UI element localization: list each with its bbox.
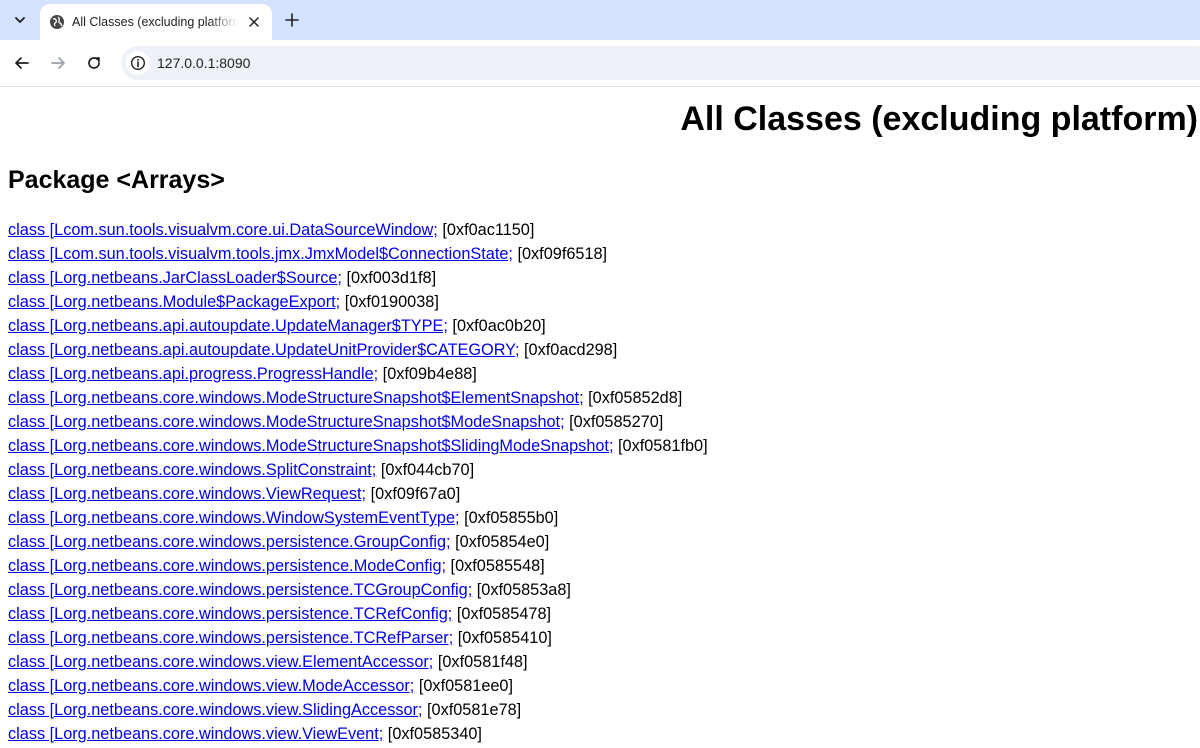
class-link[interactable]: class [Lorg.netbeans.core.windows.Window… [8,509,460,527]
arrow-right-icon [51,57,65,69]
class-link[interactable]: class [Lorg.netbeans.core.windows.view.M… [8,677,414,695]
class-link[interactable]: class [Lcom.sun.tools.visualvm.tools.jmx… [8,245,513,263]
site-info-button[interactable] [126,51,150,75]
class-address: [0xf09f67a0] [366,485,461,503]
list-item: class [Lorg.netbeans.core.windows.Window… [8,506,708,530]
class-link[interactable]: class [Lorg.netbeans.core.windows.ModeSt… [8,437,613,455]
list-item: class [Lorg.netbeans.api.autoupdate.Upda… [8,338,708,362]
class-address: [0xf05854e0] [450,533,550,551]
browser-toolbar: 127.0.0.1:8090 [0,40,1200,87]
class-link[interactable]: class [Lorg.netbeans.core.windows.SplitC… [8,461,376,479]
back-button[interactable] [9,50,35,76]
class-address: [0xf05853a8] [472,581,571,599]
list-item: class [Lorg.netbeans.core.windows.persis… [8,578,708,602]
active-tab[interactable]: All Classes (excluding platform) [40,4,272,40]
class-address: [0xf05852d8] [583,389,683,407]
address-bar[interactable]: 127.0.0.1:8090 [121,46,1200,80]
class-address: [0xf0acd298] [519,341,618,359]
new-tab-button[interactable] [280,8,304,32]
class-address: [0xf0585270] [564,413,664,431]
class-link[interactable]: class [Lorg.netbeans.Module$PackageExpor… [8,293,340,311]
class-link[interactable]: class [Lorg.netbeans.core.windows.ModeSt… [8,389,584,407]
class-address: [0xf0581f48] [433,653,528,671]
list-item: class [Lorg.netbeans.JarClassLoader$Sour… [8,266,708,290]
class-link[interactable]: class [Lorg.netbeans.core.windows.ModeSt… [8,413,565,431]
class-link[interactable]: class [Lorg.netbeans.core.windows.persis… [8,581,472,599]
list-item: class [Lcom.sun.tools.visualvm.core.ui.D… [8,218,708,242]
class-address: [0xf0ac0b20] [447,317,546,335]
class-address: [0xf0ac1150] [437,221,535,239]
list-item: class [Lorg.netbeans.core.windows.ModeSt… [8,434,708,458]
close-icon [249,17,259,27]
class-address: [0xf0581e78] [422,701,522,719]
reload-icon [88,57,100,69]
globe-icon [48,13,66,31]
forward-button[interactable] [45,50,71,76]
page-content: All Classes (excluding platform) Package… [0,87,1200,748]
package-heading: Package <Arrays> [8,166,225,194]
tab-title: All Classes (excluding platform) [72,15,238,29]
class-link[interactable]: class [Lorg.netbeans.JarClassLoader$Sour… [8,269,342,287]
class-address: [0xf0585410] [453,629,552,647]
plus-icon [285,13,299,27]
list-item: class [Lorg.netbeans.api.progress.Progre… [8,362,708,386]
list-item: class [Lorg.netbeans.core.windows.persis… [8,602,708,626]
list-item: class [Lorg.netbeans.api.autoupdate.Upda… [8,314,708,338]
list-item: class [Lorg.netbeans.core.windows.SplitC… [8,458,708,482]
class-address: [0xf09b4e88] [378,365,477,383]
class-address: [0xf0585548] [446,557,545,575]
class-list: class [Lcom.sun.tools.visualvm.core.ui.D… [8,218,708,746]
class-link[interactable]: class [Lorg.netbeans.core.windows.view.E… [8,653,433,671]
list-item: class [Lorg.netbeans.Module$PackageExpor… [8,290,708,314]
tab-close-button[interactable] [244,12,264,32]
class-address: [0xf003d1f8] [341,269,437,287]
list-item: class [Lorg.netbeans.core.windows.ModeSt… [8,410,708,434]
class-link[interactable]: class [Lorg.netbeans.core.windows.persis… [8,557,446,575]
list-item: class [Lcom.sun.tools.visualvm.tools.jmx… [8,242,708,266]
arrow-left-icon [15,57,29,69]
class-address: [0xf0581fb0] [613,437,708,455]
list-item: class [Lorg.netbeans.core.windows.persis… [8,554,708,578]
list-item: class [Lorg.netbeans.core.windows.view.M… [8,674,708,698]
class-address: [0xf05855b0] [459,509,559,527]
chevron-down-icon [15,17,25,23]
url-text: 127.0.0.1:8090 [157,55,251,71]
class-link[interactable]: class [Lcom.sun.tools.visualvm.core.ui.D… [8,221,438,239]
class-link[interactable]: class [Lorg.netbeans.core.windows.persis… [8,629,453,647]
site-info-icon [130,55,146,71]
class-address: [0xf0585478] [452,605,552,623]
list-item: class [Lorg.netbeans.core.windows.ModeSt… [8,386,708,410]
class-link[interactable]: class [Lorg.netbeans.core.windows.persis… [8,605,452,623]
class-link[interactable]: class [Lorg.netbeans.api.autoupdate.Upda… [8,341,520,359]
list-item: class [Lorg.netbeans.core.windows.ViewRe… [8,482,708,506]
class-address: [0xf0190038] [340,293,439,311]
class-link[interactable]: class [Lorg.netbeans.core.windows.persis… [8,533,451,551]
list-item: class [Lorg.netbeans.core.windows.persis… [8,626,708,650]
class-link[interactable]: class [Lorg.netbeans.api.autoupdate.Upda… [8,317,448,335]
class-address: [0xf0585340] [383,725,482,743]
class-address: [0xf0581ee0] [414,677,514,695]
list-item: class [Lorg.netbeans.core.windows.persis… [8,530,708,554]
class-link[interactable]: class [Lorg.netbeans.core.windows.view.S… [8,701,422,719]
tab-strip: All Classes (excluding platform) [0,0,1200,40]
list-item: class [Lorg.netbeans.core.windows.view.E… [8,650,708,674]
list-item: class [Lorg.netbeans.core.windows.view.V… [8,722,708,746]
page-title: All Classes (excluding platform) [680,100,1198,138]
class-link[interactable]: class [Lorg.netbeans.core.windows.view.V… [8,725,383,743]
list-item: class [Lorg.netbeans.core.windows.view.S… [8,698,708,722]
class-address: [0xf09f6518] [512,245,608,263]
class-link[interactable]: class [Lorg.netbeans.api.progress.Progre… [8,365,378,383]
tab-search-button[interactable] [8,8,32,32]
class-link[interactable]: class [Lorg.netbeans.core.windows.ViewRe… [8,485,366,503]
class-address: [0xf044cb70] [376,461,475,479]
reload-button[interactable] [81,50,107,76]
